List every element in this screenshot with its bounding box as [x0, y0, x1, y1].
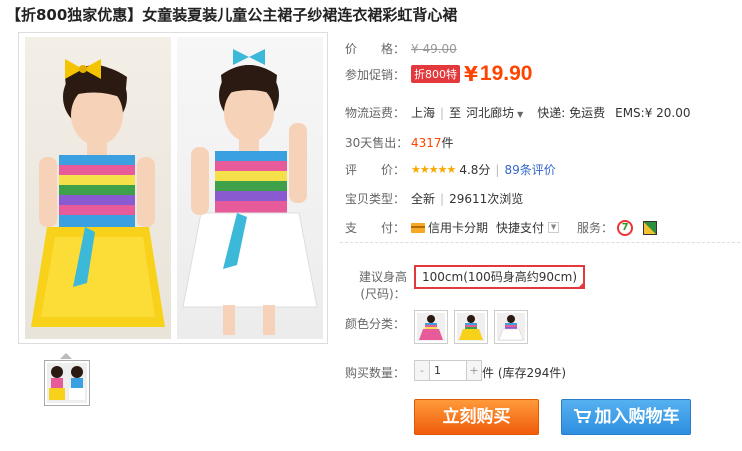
original-price: ¥ 49.00	[411, 41, 457, 56]
buy-now-label: 立刻购买	[442, 407, 511, 427]
cart-icon	[573, 409, 591, 424]
shipping-label: 物流运费：	[345, 106, 406, 120]
stock-info: 件 (库存294件)	[482, 366, 567, 380]
price-label: 价 格：	[345, 42, 406, 56]
size-label: 建议身高 (尺码)：	[355, 269, 411, 303]
rating-row: 评 价： ★★★★★ 4.8分 | 89条评价	[345, 161, 556, 178]
product-photo-yellow	[25, 37, 171, 339]
quantity-label: 购买数量：	[345, 366, 406, 380]
item-condition: 全新	[411, 192, 436, 206]
size-label-line1: 建议身高	[358, 270, 407, 284]
seven-day-return-icon[interactable]: 7	[617, 219, 634, 236]
original-price-row: 价 格： ¥ 49.00	[345, 40, 457, 57]
quantity-decrease-button[interactable]: -	[415, 361, 429, 380]
payment-dropdown-button[interactable]: ▼	[548, 222, 560, 233]
credit-card-icon	[411, 222, 425, 233]
add-to-cart-label: 加入购物车	[594, 407, 680, 427]
rating-stars: ★★★★★	[411, 163, 456, 176]
credit-installment-link[interactable]: 信用卡分期	[428, 219, 488, 236]
rating-score: 4.8分	[459, 163, 491, 177]
add-to-cart-button[interactable]: 加入购物车	[561, 399, 691, 435]
sales-unit: 件	[441, 136, 454, 150]
item-type-row: 宝贝类型： 全新 | 29611次浏览	[345, 190, 523, 207]
rating-separator: |	[495, 162, 500, 177]
service-guarantee-icon[interactable]	[643, 220, 658, 235]
payment-row: 支 付： 信用卡分期 快捷支付 ▼ 服务： 7	[345, 219, 658, 236]
payment-label: 支 付：	[345, 221, 406, 235]
item-type-label: 宝贝类型：	[345, 192, 406, 206]
ship-separator: |	[440, 105, 445, 120]
size-label-line2: (尺码)：	[360, 287, 406, 301]
ems-fee: EMS:¥ 20.00	[615, 105, 691, 120]
thumbnail-pointer	[60, 353, 72, 359]
promo-price: 19.90	[479, 62, 533, 85]
ship-to-prefix: 至	[449, 106, 462, 120]
main-product-image[interactable]	[18, 32, 328, 344]
sales-label: 30天售出：	[345, 136, 409, 150]
promo-price-row: 参加促销： 折800特 ¥ 19.90	[345, 62, 532, 86]
color-swatch-white[interactable]	[494, 310, 528, 344]
color-swatch-yellow[interactable]	[454, 310, 488, 344]
product-photo-white	[177, 37, 323, 339]
buy-now-button[interactable]: 立刻购买	[414, 399, 539, 435]
color-label: 颜色分类：	[345, 317, 406, 331]
product-thumbnail[interactable]	[44, 360, 90, 406]
section-divider	[340, 242, 740, 243]
ship-to: 河北廊坊	[466, 106, 515, 120]
product-title: 【折800独家优惠】女童装夏装儿童公主裙子纱裙连衣裙彩虹背心裙	[6, 6, 458, 24]
price-currency: ¥	[464, 62, 478, 86]
size-option-selected[interactable]: 100cm(100码身高约90cm)	[414, 265, 586, 289]
ship-from: 上海	[411, 106, 436, 120]
sales-count: 4317	[411, 135, 442, 150]
color-swatch-pink[interactable]	[414, 310, 448, 344]
rating-label: 评 价：	[345, 163, 406, 177]
promo-label: 参加促销：	[345, 67, 406, 82]
shipping-row: 物流运费： 上海 | 至 河北廊坊 ▼ 快递: 免运费 EMS:¥ 20.00	[345, 104, 691, 121]
service-label: 服务：	[577, 221, 614, 235]
item-type-separator: |	[440, 191, 445, 206]
reviews-link[interactable]: 89条评价	[504, 161, 555, 178]
sales-row: 30天售出： 4317 件	[345, 134, 454, 151]
quantity-stepper: - +	[414, 360, 482, 381]
chevron-down-icon: ▼	[517, 110, 524, 119]
view-count: 29611次浏览	[449, 192, 524, 206]
promo-tag-badge: 折800特	[411, 65, 460, 83]
quantity-input[interactable]	[429, 361, 467, 380]
ship-destination-select[interactable]: 河北廊坊 ▼	[466, 104, 523, 121]
express-fee: 快递: 免运费	[537, 106, 606, 120]
quick-pay-link[interactable]: 快捷支付	[496, 219, 544, 236]
quantity-increase-button[interactable]: +	[467, 361, 481, 380]
